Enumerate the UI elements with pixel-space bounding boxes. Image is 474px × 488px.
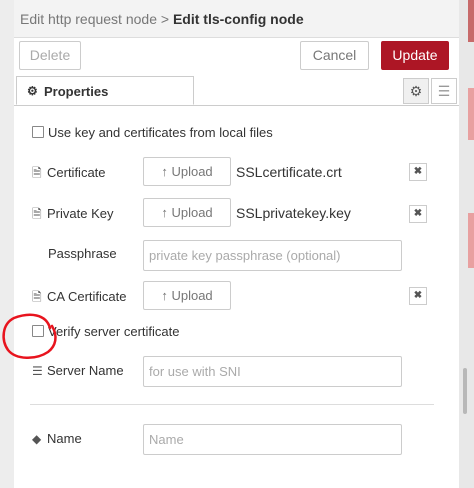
private-key-label: Private Key <box>47 206 114 221</box>
right-edge-accent <box>468 0 474 42</box>
breadcrumb-previous[interactable]: Edit http request node <box>20 11 157 27</box>
gear-icon: ⚙ <box>27 84 38 98</box>
local-files-checkbox[interactable] <box>32 126 44 138</box>
settings-gear-icon[interactable]: ⚙ <box>403 78 429 104</box>
ca-certificate-label: CA Certificate <box>47 289 127 304</box>
name-input[interactable]: Name <box>143 424 402 455</box>
private-key-label-row: 🗎 Private Key <box>32 205 113 226</box>
right-edge-accent <box>468 88 474 140</box>
remove-private-key-button[interactable]: ✖ <box>409 205 427 223</box>
delete-button[interactable]: Delete <box>19 41 81 70</box>
passphrase-input[interactable]: private key passphrase (optional) <box>143 240 402 271</box>
certificate-upload-button[interactable]: ↑ Upload <box>143 157 231 186</box>
tab-bar-line <box>14 105 459 106</box>
file-icon: 🗎 <box>32 290 42 304</box>
upload-icon: ↑ <box>161 164 168 179</box>
tag-icon: ◆ <box>32 432 42 446</box>
cancel-button[interactable]: Cancel <box>300 41 369 70</box>
verify-server-certificate-checkbox[interactable] <box>32 325 44 337</box>
ca-certificate-upload-button[interactable]: ↑ Upload <box>143 281 231 310</box>
server-name-input[interactable]: for use with SNI <box>143 356 402 387</box>
upload-icon: ↑ <box>161 205 168 220</box>
left-panel-edge <box>0 0 14 488</box>
private-key-filename: SSLprivatekey.key <box>236 205 351 221</box>
right-edge-accent <box>468 213 474 268</box>
update-button[interactable]: Update <box>381 41 449 70</box>
name-label: Name <box>47 431 82 446</box>
name-label-row: ◆ Name <box>32 431 82 446</box>
verify-server-certificate-label: Verify server certificate <box>48 324 180 339</box>
breadcrumb-current: Edit tls-config node <box>172 11 304 27</box>
certificate-label: Certificate <box>47 165 106 180</box>
server-name-label-row: ☰ Server Name <box>32 363 124 378</box>
scrollbar-thumb[interactable] <box>463 368 467 414</box>
breadcrumb-separator: > <box>157 11 173 27</box>
file-icon: 🗎 <box>32 166 42 180</box>
remove-certificate-button[interactable]: ✖ <box>409 163 427 181</box>
tab-properties[interactable]: ⚙ Properties <box>16 76 194 105</box>
file-icon: 🗎 <box>32 207 42 221</box>
tab-properties-label: Properties <box>44 84 109 99</box>
server-name-label: Server Name <box>47 363 124 378</box>
section-divider <box>30 404 434 405</box>
ca-certificate-label-row: 🗎 CA Certificate <box>32 288 126 309</box>
breadcrumb: Edit http request node > Edit tls-config… <box>14 0 459 38</box>
description-icon[interactable]: ☰ <box>431 78 457 104</box>
upload-icon: ↑ <box>161 288 168 303</box>
passphrase-label: Passphrase <box>48 246 117 261</box>
server-icon: ☰ <box>32 364 43 378</box>
private-key-upload-button[interactable]: ↑ Upload <box>143 198 231 227</box>
local-files-label: Use key and certificates from local file… <box>48 125 273 140</box>
remove-ca-certificate-button[interactable]: ✖ <box>409 287 427 305</box>
certificate-label-row: 🗎 Certificate <box>32 164 106 185</box>
certificate-filename: SSLcertificate.crt <box>236 164 342 180</box>
